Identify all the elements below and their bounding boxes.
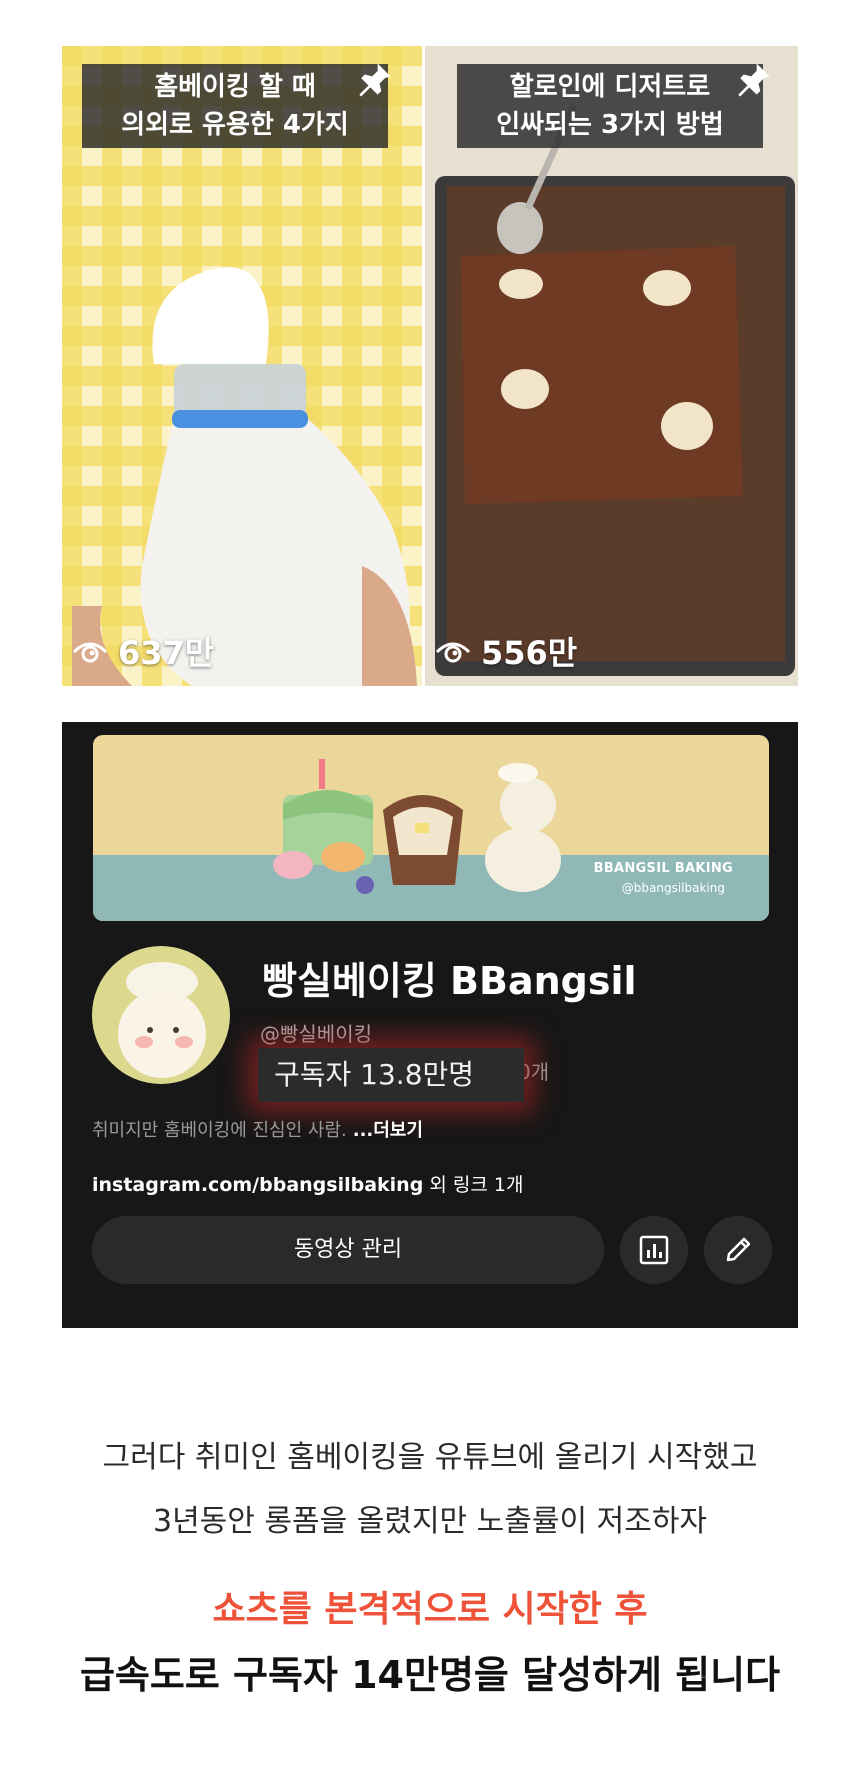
short-thumbnail-2[interactable]: 할로인에 디저트로 인싸되는 3가지 방법 556만 (425, 46, 798, 686)
subscriber-count: 구독자 13.8만명 (258, 1048, 524, 1102)
channel-card: BBANGSIL BAKING @bbangsilbaking 빵실베이킹 BB… (62, 722, 798, 1328)
body-line-2: 3년동안 롱폼을 올렸지만 노출률이 저조하자 (152, 1504, 708, 1539)
eye-icon (435, 642, 471, 663)
shorts-thumbnails: 홈베이킹 할 때 의외로 유용한 4가지 637만 할로인에 디저트로 인싸되는… (62, 46, 798, 686)
more-link[interactable]: ...더보기 (353, 1120, 423, 1141)
channel-banner: BBANGSIL BAKING @bbangsilbaking (93, 735, 769, 921)
short-1-caption-line1: 홈베이킹 할 때 (154, 72, 316, 102)
bar-chart-icon (639, 1235, 669, 1265)
channel-avatar[interactable] (92, 946, 230, 1084)
short-1-caption-line2: 의외로 유용한 4가지 (121, 110, 349, 140)
banner-handle-text: @bbangsilbaking (621, 881, 725, 895)
strong-line: 급속도로 구독자 14만명을 달성하게 됩니다 (79, 1653, 781, 1697)
pin-icon (359, 63, 391, 97)
short-1-view-count: 637만 (118, 634, 215, 672)
avatar-illustration (92, 946, 230, 1084)
short-thumbnail-1[interactable]: 홈베이킹 할 때 의외로 유용한 4가지 637만 (62, 46, 422, 686)
short-1-caption: 홈베이킹 할 때 의외로 유용한 4가지 (82, 64, 388, 148)
channel-link-row: instagram.com/bbangsilbaking 외 링크 1개 (92, 1170, 523, 1197)
short-2-caption: 할로인에 디저트로 인싸되는 3가지 방법 (457, 64, 763, 148)
channel-link-tail[interactable]: 외 링크 1개 (423, 1174, 523, 1196)
channel-name: 빵실베이킹 BBangsil (262, 959, 637, 1003)
description-text: 취미지만 홈베이킹에 진심인 사람. (92, 1120, 347, 1141)
channel-link-url[interactable]: instagram.com/bbangsilbaking (92, 1174, 423, 1196)
analytics-button[interactable] (620, 1216, 688, 1284)
pin-icon (738, 63, 770, 97)
eye-icon (72, 642, 108, 663)
channel-handle: @빵실베이킹 (260, 1022, 372, 1046)
channel-description: 취미지만 홈베이킹에 진심인 사람. ...더보기 (92, 1116, 423, 1142)
short-2-caption-line1: 할로인에 디저트로 (509, 72, 711, 102)
short-2-views: 556만 (435, 628, 577, 674)
short-2-view-count: 556만 (481, 634, 578, 672)
banner-brand-text: BBANGSIL BAKING (593, 861, 733, 876)
edit-channel-button[interactable] (704, 1216, 772, 1284)
body-line-1: 그러다 취미인 홈베이킹을 유튜브에 올리기 시작했고 (102, 1440, 758, 1475)
short-2-caption-line2: 인싸되는 3가지 방법 (496, 110, 724, 140)
short-1-views: 637만 (72, 628, 214, 674)
pencil-icon (726, 1237, 751, 1262)
highlight-line: 쇼츠를 본격적으로 시작한 후 (212, 1589, 648, 1630)
manage-videos-button[interactable]: 동영상 관리 (92, 1216, 604, 1284)
